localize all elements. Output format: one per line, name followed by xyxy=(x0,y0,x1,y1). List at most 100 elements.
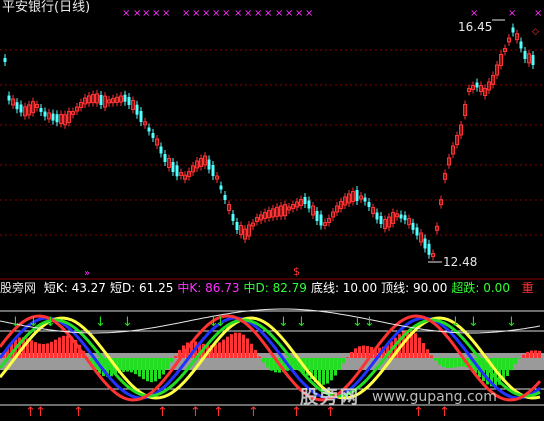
candle-body xyxy=(411,222,415,230)
red-up-arrow-icon: ↑ xyxy=(35,405,46,420)
magenta-double-arrow-icon: » xyxy=(84,268,90,279)
momentum-bar xyxy=(330,358,333,381)
candle-body xyxy=(379,216,383,224)
heavy-label: 重 xyxy=(521,281,534,295)
red-up-arrow-icon: ↑ xyxy=(413,405,424,420)
candle-body xyxy=(355,190,359,201)
green-down-arrow-icon: ↓ xyxy=(352,315,363,330)
momentum-bar xyxy=(134,358,137,375)
momentum-bar xyxy=(450,358,453,368)
candle-body xyxy=(147,127,151,132)
momentum-bar xyxy=(214,344,217,358)
momentum-bar xyxy=(342,358,345,364)
candle-body xyxy=(7,95,11,101)
magenta-cross-icon: × xyxy=(508,8,516,19)
momentum-bar xyxy=(154,358,157,382)
momentum-bar xyxy=(358,346,361,358)
candle-body xyxy=(231,214,235,221)
magenta-cross-icon: × xyxy=(305,8,313,19)
green-down-arrow-icon: ↓ xyxy=(296,315,307,330)
indicator-values: 短K: 43.27 短D: 61.25 中K: 86.73 中D: 82.79 底线: … xyxy=(44,281,514,295)
momentum-bar xyxy=(66,335,69,358)
candle-body xyxy=(55,114,59,123)
indicator-item: 底线: 10.00 xyxy=(310,281,378,295)
red-up-arrow-icon: ↑ xyxy=(157,405,168,420)
candle-body xyxy=(219,185,223,190)
candle-body xyxy=(171,162,175,172)
momentum-bar xyxy=(446,358,449,369)
magenta-cross-icon: × xyxy=(162,8,170,19)
candle-body xyxy=(127,97,131,105)
momentum-bar xyxy=(126,358,129,372)
candle-body xyxy=(375,212,379,220)
magenta-cross-icon: × xyxy=(192,8,200,19)
momentum-bar xyxy=(362,345,365,358)
momentum-bar xyxy=(334,358,337,376)
momentum-bar xyxy=(62,335,65,358)
magenta-cross-icon: × xyxy=(285,8,293,19)
indicator-header: 股旁网 短K: 43.27 短D: 61.25 中K: 86.73 中D: 82.79… xyxy=(0,280,544,296)
green-down-arrow-icon: ↓ xyxy=(450,315,461,330)
momentum-bar xyxy=(414,333,417,358)
green-down-arrow-icon: ↓ xyxy=(364,315,375,330)
green-down-arrow-icon: ↓ xyxy=(28,315,39,330)
candles xyxy=(3,23,535,261)
momentum-bar xyxy=(218,342,221,358)
magenta-cross-icon: × xyxy=(202,8,210,19)
momentum-bar xyxy=(122,358,125,372)
magenta-cross-icon: × xyxy=(275,8,283,19)
candle-body xyxy=(223,195,227,200)
momentum-bar xyxy=(510,358,513,371)
momentum-bar xyxy=(234,332,237,358)
momentum-bar xyxy=(426,349,429,358)
momentum-bar xyxy=(514,358,517,365)
dollar-marker: $ xyxy=(293,265,300,278)
magenta-cross-icon: × xyxy=(182,8,190,19)
candle-body xyxy=(415,227,419,236)
magenta-cross-icon: × xyxy=(244,8,252,19)
candle-body xyxy=(3,58,7,62)
magenta-cross-icon: × xyxy=(133,8,141,19)
momentum-bar xyxy=(226,336,229,358)
magenta-cross-icon: × xyxy=(254,8,262,19)
momentum-bar xyxy=(30,340,33,358)
momentum-bar xyxy=(246,338,249,358)
momentum-bar xyxy=(518,358,521,359)
high-price-label: 16.45 xyxy=(458,20,492,34)
candle-body xyxy=(159,146,163,154)
momentum-bar xyxy=(162,358,165,375)
candle-body xyxy=(519,41,523,49)
green-down-arrow-icon: ↓ xyxy=(45,315,56,330)
momentum-bar xyxy=(526,351,529,358)
momentum-bar xyxy=(318,358,321,385)
candle-body xyxy=(523,51,527,59)
candle-body xyxy=(139,111,143,122)
indicator-name: 股旁网 xyxy=(0,281,37,295)
magenta-cross-icon: × xyxy=(264,8,272,19)
candle-body xyxy=(51,113,55,121)
momentum-bar xyxy=(270,358,273,371)
momentum-bar xyxy=(338,358,341,370)
red-up-arrow-icon: ↑ xyxy=(213,405,224,420)
candle-body xyxy=(39,108,43,112)
momentum-bar xyxy=(54,339,57,358)
candle-body xyxy=(399,214,403,219)
momentum-bar xyxy=(326,358,329,384)
momentum-bar xyxy=(46,343,49,358)
candle-body xyxy=(363,197,367,202)
momentum-bar xyxy=(142,358,145,380)
red-diamond-icon: ◇ xyxy=(532,27,539,37)
momentum-bar xyxy=(222,339,225,358)
green-down-arrow-icon: ↓ xyxy=(278,315,289,330)
candle-body xyxy=(427,243,431,255)
momentum-bar xyxy=(418,337,421,358)
momentum-bar xyxy=(42,344,45,358)
magenta-cross-icon: × xyxy=(212,8,220,19)
candle-body xyxy=(207,159,211,170)
momentum-bar xyxy=(150,358,153,383)
momentum-bar xyxy=(50,341,53,358)
momentum-bar xyxy=(130,358,133,373)
momentum-bar xyxy=(346,357,349,358)
momentum-bar xyxy=(530,350,533,358)
momentum-bar xyxy=(250,343,253,358)
